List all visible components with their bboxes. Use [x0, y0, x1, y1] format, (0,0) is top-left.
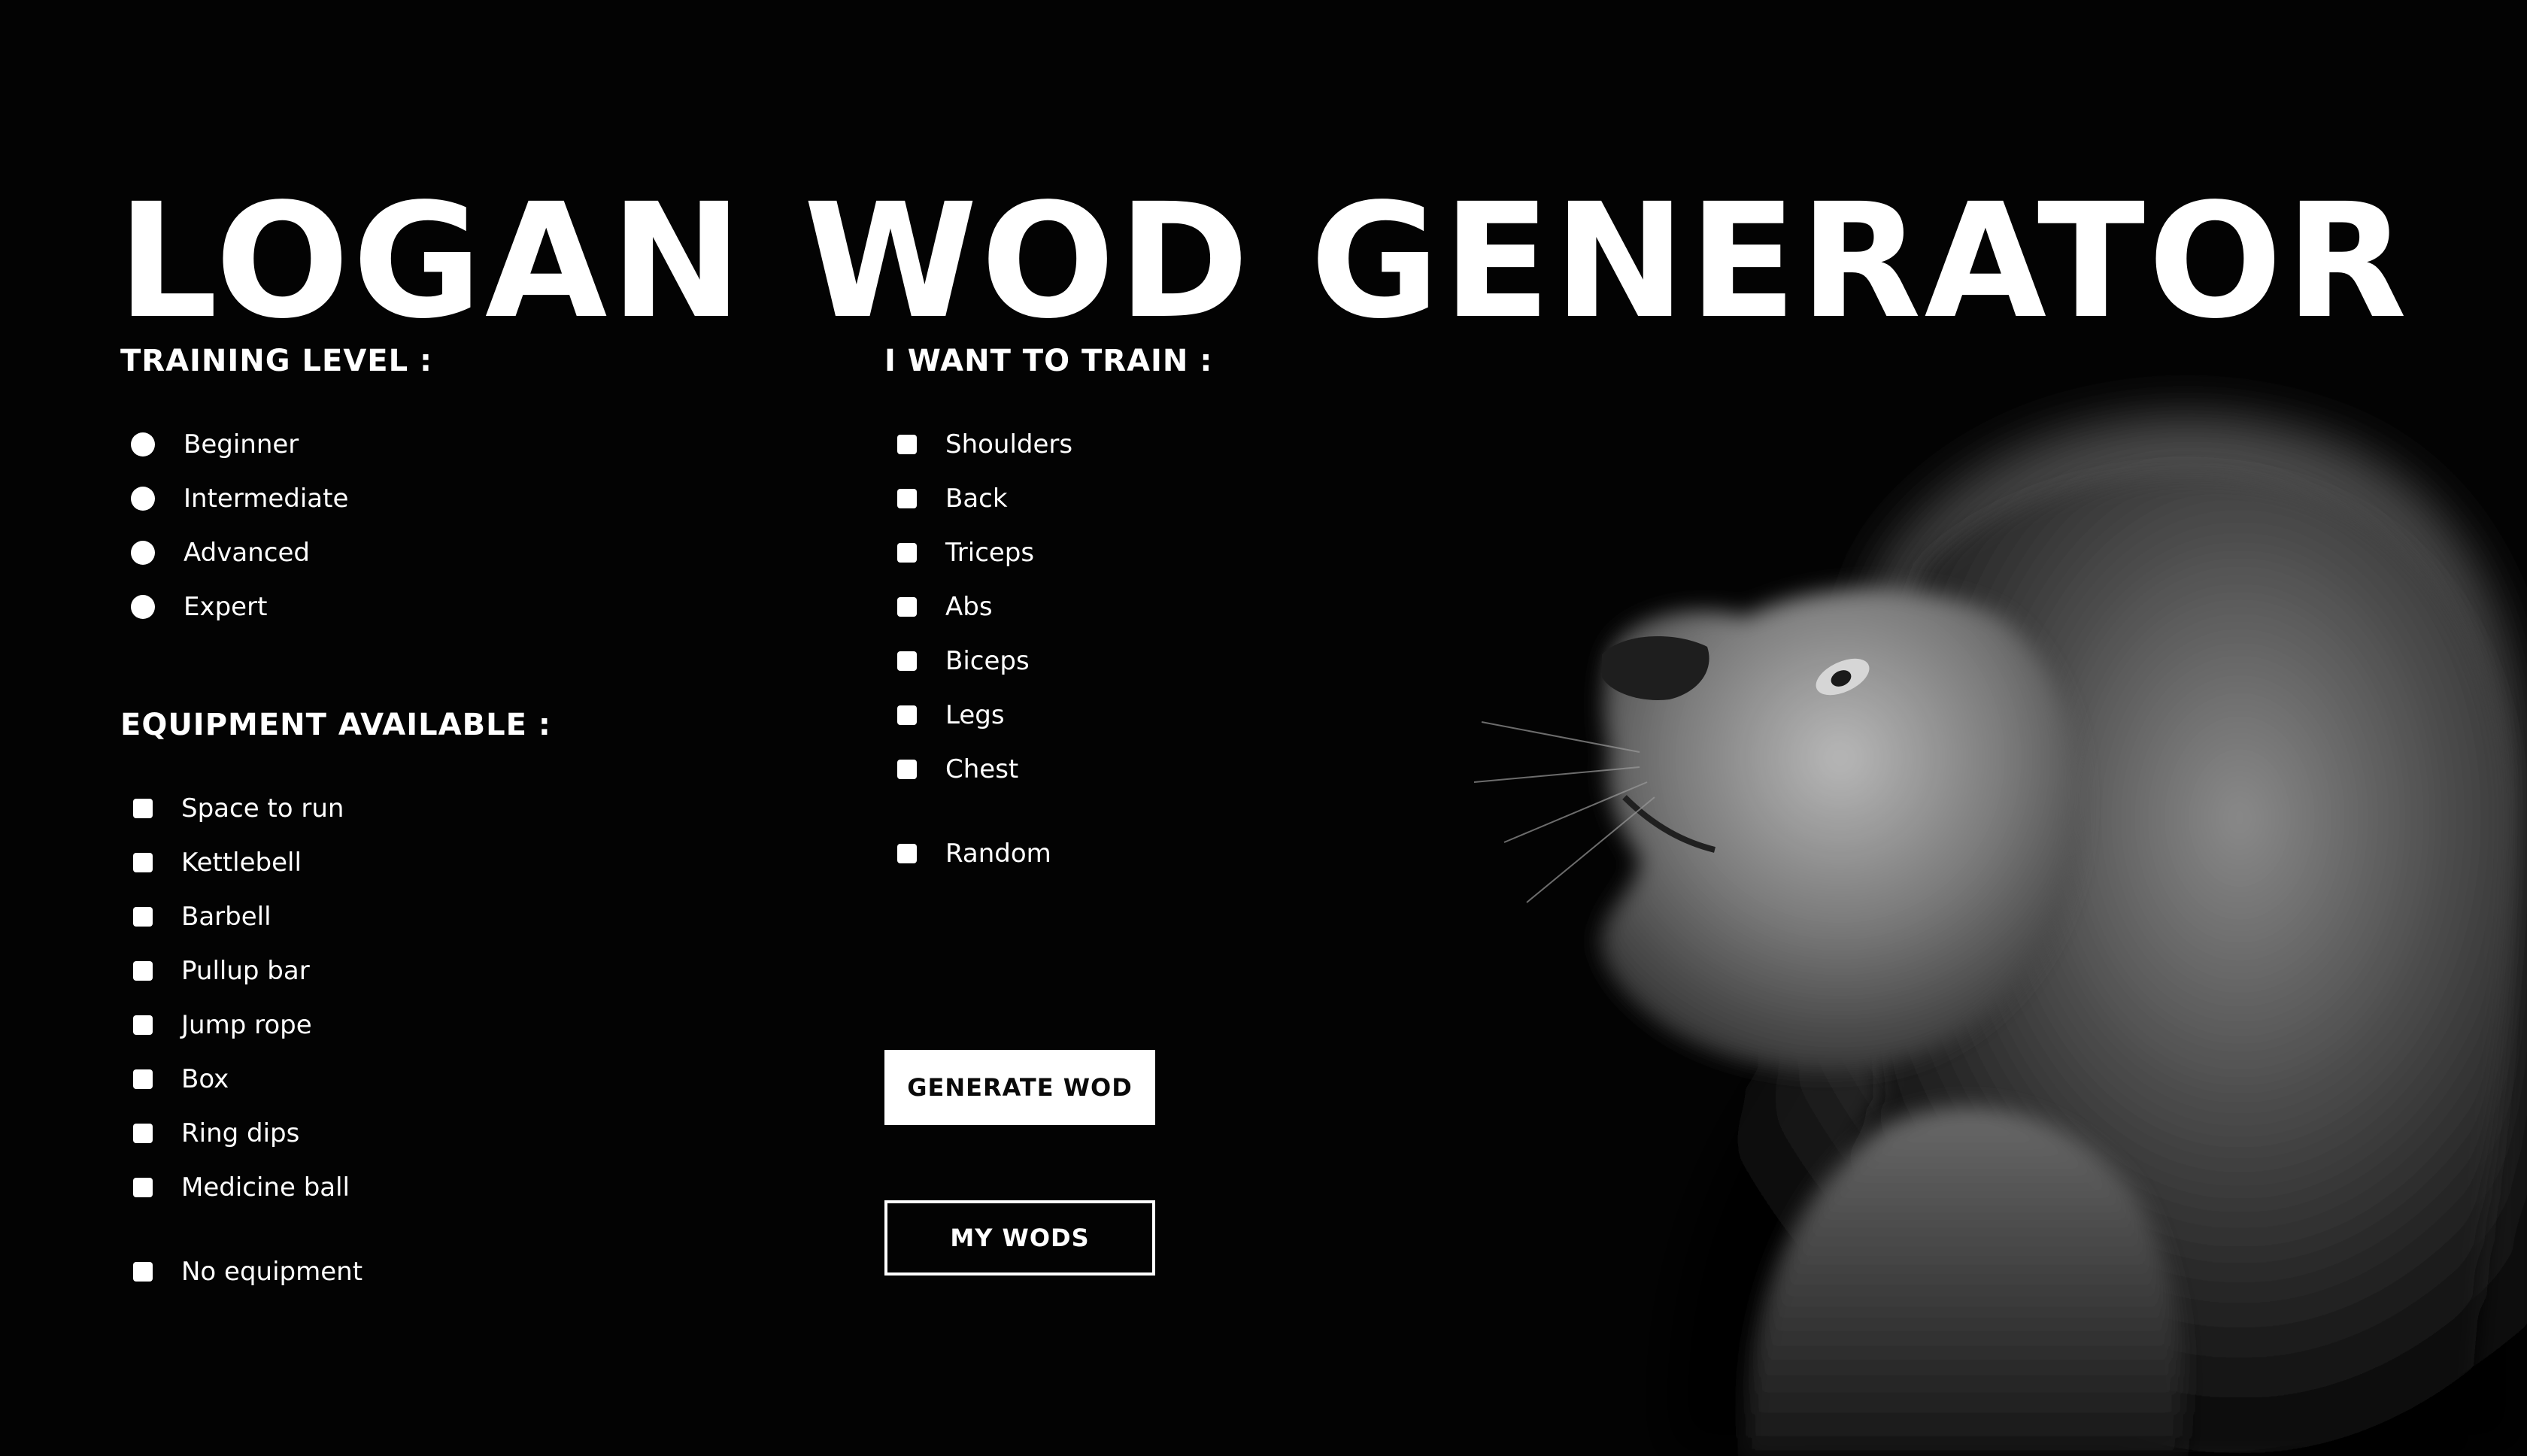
option-label: Expert [184, 592, 268, 622]
equipment-option[interactable]: Barbell [120, 894, 272, 939]
option-label: Abs [945, 592, 993, 622]
equipment-option[interactable]: Ring dips [120, 1111, 299, 1156]
muscle-option[interactable]: Abs [884, 584, 993, 629]
radio-option[interactable]: Beginner [120, 422, 299, 467]
checkbox[interactable] [897, 651, 917, 671]
muscle-option[interactable]: Chest [884, 747, 1018, 792]
training-level-heading: TRAINING LEVEL : [120, 344, 433, 378]
equipment-option[interactable]: Medicine ball [120, 1165, 350, 1210]
option-label: Beginner [184, 429, 299, 460]
radio-option[interactable]: Intermediate [120, 476, 348, 521]
lion-image [1473, 412, 2527, 1456]
checkbox[interactable] [133, 1015, 153, 1035]
muscle-option[interactable]: Biceps [884, 639, 1030, 684]
train-heading: I WANT TO TRAIN : [884, 344, 1213, 378]
option-label: Advanced [184, 538, 310, 568]
generate-wod-button[interactable]: GENERATE WOD [884, 1050, 1155, 1125]
equipment-heading: EQUIPMENT AVAILABLE : [120, 708, 551, 742]
checkbox[interactable] [897, 705, 917, 725]
option-label: Ring dips [181, 1118, 300, 1148]
radio-button[interactable] [131, 541, 155, 565]
page-title: LOGAN WOD GENERATOR [117, 168, 2410, 353]
option-label: Back [945, 484, 1008, 514]
checkbox[interactable] [897, 760, 917, 779]
muscle-option[interactable]: Back [884, 476, 1008, 521]
checkbox[interactable] [133, 799, 153, 818]
checkbox[interactable] [133, 853, 153, 872]
equipment-option[interactable]: Pullup bar [120, 948, 310, 993]
equipment-option[interactable]: Jump rope [120, 1003, 312, 1048]
option-label: Triceps [945, 538, 1035, 568]
option-label: Barbell [181, 902, 272, 932]
checkbox[interactable] [133, 1124, 153, 1143]
checkbox[interactable] [897, 489, 917, 508]
muscle-option[interactable]: Random [884, 831, 1051, 876]
equipment-option[interactable]: No equipment [120, 1249, 363, 1294]
my-wods-button[interactable]: MY WODS [884, 1200, 1155, 1276]
option-label: Box [181, 1064, 229, 1094]
muscle-option[interactable]: Legs [884, 693, 1005, 738]
checkbox[interactable] [897, 543, 917, 563]
option-label: Random [945, 839, 1051, 869]
option-label: Intermediate [184, 484, 349, 514]
muscle-option[interactable]: Shoulders [884, 422, 1072, 467]
option-label: Legs [945, 700, 1005, 730]
radio-option[interactable]: Expert [120, 584, 267, 629]
option-label: Chest [945, 754, 1019, 784]
checkbox[interactable] [133, 961, 153, 981]
equipment-option[interactable]: Kettlebell [120, 840, 302, 885]
checkbox[interactable] [133, 907, 153, 927]
radio-option[interactable]: Advanced [120, 530, 310, 575]
checkbox[interactable] [897, 435, 917, 454]
equipment-option[interactable]: Space to run [120, 786, 344, 831]
option-label: Shoulders [945, 429, 1073, 460]
option-label: Medicine ball [181, 1172, 350, 1203]
option-label: Jump rope [181, 1010, 312, 1040]
option-label: Pullup bar [181, 956, 310, 986]
checkbox[interactable] [133, 1069, 153, 1089]
option-label: Kettlebell [181, 848, 302, 878]
option-label: Biceps [945, 646, 1030, 676]
radio-button[interactable] [131, 487, 155, 511]
muscle-option[interactable]: Triceps [884, 530, 1034, 575]
checkbox[interactable] [133, 1262, 153, 1282]
equipment-option[interactable]: Box [120, 1057, 229, 1102]
radio-button[interactable] [131, 432, 155, 457]
radio-button[interactable] [131, 595, 155, 619]
checkbox[interactable] [133, 1178, 153, 1197]
checkbox[interactable] [897, 844, 917, 863]
option-label: No equipment [181, 1257, 363, 1287]
checkbox[interactable] [897, 597, 917, 617]
option-label: Space to run [181, 793, 344, 824]
